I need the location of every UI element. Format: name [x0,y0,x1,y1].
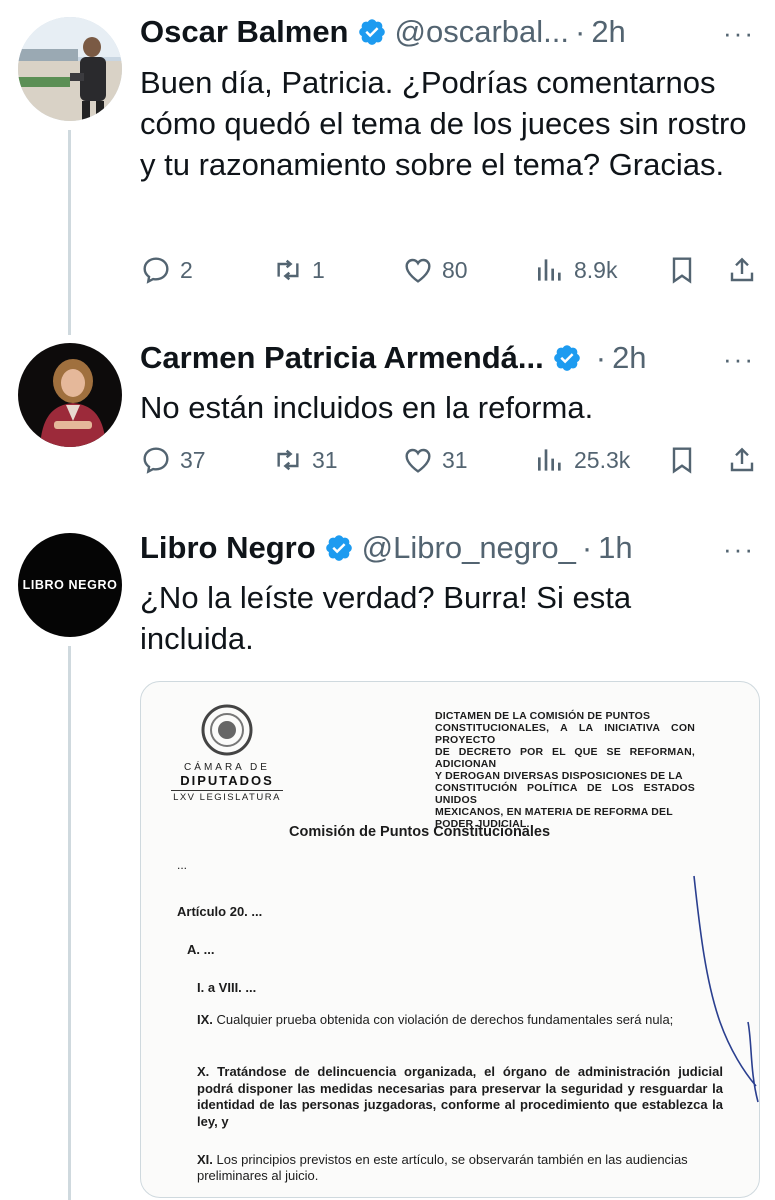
share-button[interactable] [726,254,758,286]
timestamp[interactable]: 2h [612,340,646,376]
avatar-libro-negro[interactable]: LIBRO NEGRO [18,533,122,637]
views-button[interactable]: 8.9k [534,254,617,286]
tweet-header: Oscar Balmen @oscarbal... · 2h [140,14,626,50]
share-button[interactable] [726,444,758,476]
share-icon [730,447,754,472]
views-icon [538,449,561,471]
thread-line-2 [68,646,71,1200]
like-button[interactable]: 31 [402,444,468,476]
reply-icon [143,257,169,284]
verified-badge-icon [325,535,352,561]
article-heading: Artículo 20. ... [177,904,263,919]
verified-badge-icon [553,345,580,371]
heart-icon [405,258,431,283]
document-title: Comisión de Puntos Constitucionales [289,824,551,840]
retweet-button[interactable]: 1 [272,254,325,286]
retweet-count: 1 [312,256,325,283]
signature-stroke [693,875,759,1103]
handle[interactable]: @Libro_negro_ [362,530,576,566]
section-a: A. ... [187,942,215,957]
seal-sub-text: LXV LEGISLATURA [171,790,283,803]
tweet-actions: 2 1 80 8.9k [140,254,760,294]
header-line: CONSTITUCIÓN POLÍTICA DE LOS ESTADOS UNI… [435,782,695,806]
view-count: 8.9k [574,256,618,283]
like-button[interactable]: 80 [402,254,468,286]
fraction-xi: XI. Los principios previstos en este art… [197,1152,727,1184]
retweet-icon [277,449,299,471]
tweet-text: Buen día, Patricia. ¿Podrías comentarnos… [140,65,747,182]
seal-upper-text: CÁMARA DE [184,762,270,773]
fraction-x: X. Tratándose de delincuencia organizada… [197,1064,723,1129]
bookmark-icon [672,447,692,474]
view-count: 25.3k [574,446,631,473]
fraction-ix: IX. Cualquier prueba obtenida con violac… [197,1012,725,1028]
verified-badge-icon [358,19,385,45]
views-icon [538,259,561,281]
display-name[interactable]: Oscar Balmen [140,14,349,50]
handle[interactable]: @oscarbal... [395,14,569,50]
fraction-xi-text: Los principios previstos en este artícul… [197,1152,688,1183]
more-options-icon[interactable]: ··· [723,534,755,565]
reply-count: 37 [180,446,206,473]
header-line: DICTAMEN DE LA COMISIÓN DE PUNTOS [435,710,651,722]
separator-dot: · [581,530,593,565]
fraction-i-viii: I. a VIII. ... [197,980,257,995]
separator-dot: · [595,340,607,375]
retweet-count: 31 [312,446,338,473]
more-options-icon[interactable]: ··· [723,344,755,375]
fraction-ix-text: Cualquier prueba obtenida con violación … [216,1012,674,1027]
chamber-seal: CÁMARA DE DIPUTADOS LXV LEGISLATURA [171,704,283,803]
more-options-icon[interactable]: ··· [723,18,755,49]
seal-emblem-icon [201,704,253,756]
share-icon [730,257,754,282]
timestamp[interactable]: 1h [598,530,632,566]
bookmark-icon [672,257,692,284]
tweet-text: No están incluidos en la reforma. [140,390,594,425]
views-button[interactable]: 25.3k [534,444,630,476]
retweet-button[interactable]: 31 [272,444,338,476]
reply-icon [143,447,169,474]
header-line: MEXICANOS, EN MATERIA DE REFORMA DEL [435,806,673,818]
fraction-xi-number: XI. [197,1152,213,1167]
tweet-header: Carmen Patricia Armendá... · 2h [140,340,647,376]
like-count: 80 [442,256,468,283]
seal-main-text: DIPUTADOS [180,773,274,788]
avatar-logo-text: LIBRO NEGRO [22,578,118,592]
reply-button[interactable]: 2 [140,254,193,286]
heart-icon [405,448,431,473]
header-line: DE DECRETO POR EL QUE SE REFORMAN, ADICI… [435,746,695,770]
tweet-actions: 37 31 31 25.3k [140,444,760,484]
fraction-ix-number: IX. [197,1012,213,1027]
bookmark-button[interactable] [666,254,698,286]
thread-line-1 [68,130,71,335]
display-name[interactable]: Carmen Patricia Armendá... [140,340,544,376]
tweet-text: ¿No la leíste verdad? Burra! Si esta inc… [140,580,632,656]
timestamp[interactable]: 2h [591,14,625,50]
separator-dot: · [574,14,586,49]
document-ellipsis: ... [177,858,188,872]
reply-count: 2 [180,256,193,283]
header-line: CONSTITUCIONALES, A LA INICIATIVA CON PR… [435,722,695,746]
tweet-header: Libro Negro @Libro_negro_ · 1h [140,530,633,566]
reply-button[interactable]: 37 [140,444,206,476]
retweet-icon [277,259,299,281]
avatar-carmen[interactable] [18,343,122,447]
attached-document-image[interactable]: CÁMARA DE DIPUTADOS LXV LEGISLATURA DICT… [140,681,760,1198]
document-header: DICTAMEN DE LA COMISIÓN DE PUNTOS CONSTI… [435,710,695,830]
display-name[interactable]: Libro Negro [140,530,316,566]
avatar-oscar[interactable] [18,17,122,121]
header-line: Y DEROGAN DIVERSAS DISPOSICIONES DE LA [435,770,683,782]
like-count: 31 [442,446,468,473]
bookmark-button[interactable] [666,444,698,476]
